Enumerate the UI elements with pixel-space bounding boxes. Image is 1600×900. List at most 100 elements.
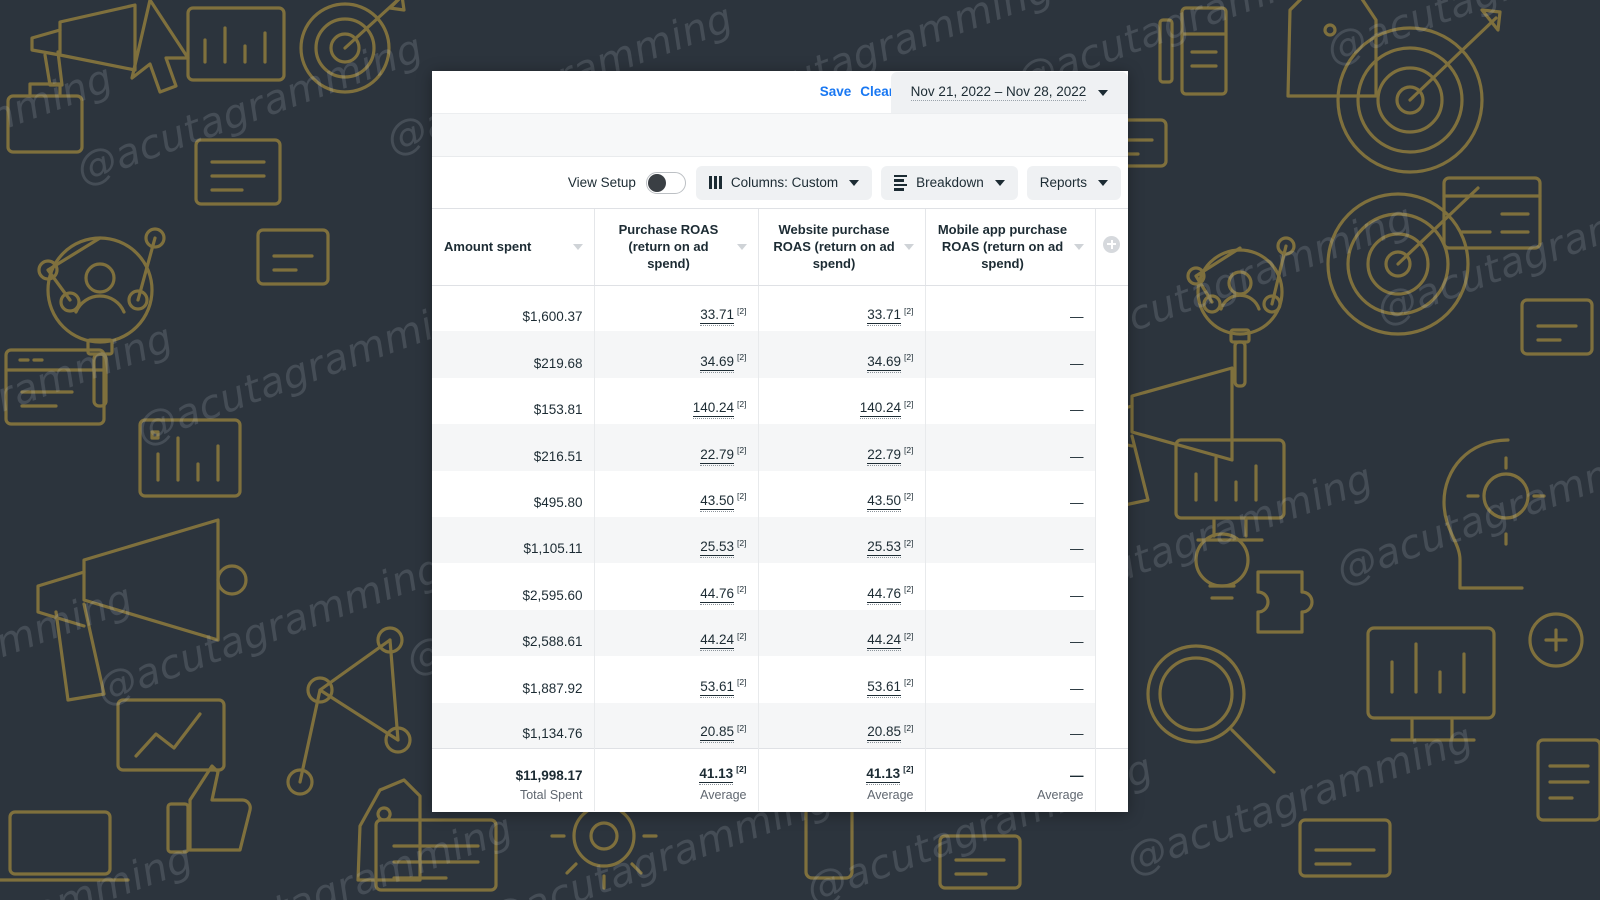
empty-value: — [1070,680,1084,696]
table-header-row: Amount spent Purchase ROAS (return on ad… [432,209,1128,286]
cell-add-column-spacer [1095,285,1128,332]
footnote-marker: [2] [904,491,914,502]
cell-purchase-roas: 44.76 [2] [594,563,759,610]
cell-website-purchase-roas: 44.24 [2] [758,609,926,657]
metric-value[interactable]: 53.61 [867,679,902,698]
sort-caret-icon[interactable] [572,243,583,250]
table-row[interactable]: $216.51 22.79 [2] 22.79 [2] — [432,424,1128,471]
total-value: 41.13 [2] [607,764,747,785]
table-row[interactable]: $1,887.92 53.61 [2] 53.61 [2] — [432,656,1128,703]
metric-value[interactable]: 33.71 [867,307,902,327]
table-row[interactable]: $1,134.76 20.85 [2] 20.85 [2] — [432,702,1128,749]
table-body: $1,600.37 33.71 [2] 33.71 [2] — $219.68 34.69 [2… [432,285,1128,811]
metric-value[interactable]: 44.76 [867,586,902,605]
empty-value: — [1070,355,1084,371]
column-header-label: Purchase ROAS (return on ad spend) [618,222,719,272]
empty-value: — [1070,726,1084,742]
cell-add-column-spacer [1095,656,1128,703]
cell-add-column-spacer [1095,702,1128,749]
table-row[interactable]: $153.81 140.24 [2] 140.24 [2] — [432,377,1128,425]
cell-add-column-spacer [1095,470,1128,517]
empty-value: — [1070,494,1084,510]
column-header-label: Amount spent [444,239,532,255]
cell-add-column-spacer [1095,424,1128,471]
cell-mobile-app-purchase-roas: — [925,377,1096,425]
cell-website-purchase-roas: 53.61 [2] [758,656,926,703]
empty-value: — [1070,541,1084,557]
metric-value[interactable]: 44.24 [700,632,735,652]
metric-value[interactable]: 41.13 [866,766,901,785]
column-header-mobile-app-purchase-roas[interactable]: Mobile app purchase ROAS (return on ad s… [925,209,1096,286]
columns-button[interactable]: Columns: Custom [695,165,873,200]
cell-website-purchase-roas: 34.69 [2] [758,331,926,378]
total-website-purchase-roas: 41.13 [2] Average [758,748,926,811]
save-button[interactable]: Save [820,82,852,101]
total-caption: Average [1037,787,1084,802]
footnote-marker: [2] [737,445,747,456]
footnote-marker: [2] [737,630,747,641]
table-row[interactable]: $1,105.11 25.53 [2] 25.53 [2] — [432,516,1128,564]
plus-circle-icon[interactable] [1103,235,1121,253]
cell-amount-spent: $1,887.92 [432,656,595,703]
total-add-column-spacer [1095,748,1128,811]
table-row[interactable]: $1,600.37 33.71 [2] 33.71 [2] — [432,285,1128,332]
column-header-amount-spent[interactable]: Amount spent [432,209,595,286]
view-setup-control[interactable]: View Setup [568,171,686,194]
date-range-picker[interactable]: Nov 21, 2022 – Nov 28, 2022 [891,72,1128,113]
total-caption: Average [700,787,747,802]
metric-value[interactable]: 43.50 [867,493,902,512]
metric-value[interactable]: 140.24 [692,400,735,420]
cell-website-purchase-roas: 140.24 [2] [758,377,926,425]
empty-value: — [1070,587,1084,603]
columns-icon [708,176,722,189]
view-setup-toggle[interactable] [645,171,686,194]
metric-value[interactable]: 140.24 [859,400,902,420]
table-row[interactable]: $2,588.61 44.24 [2] 44.24 [2] — [432,609,1128,657]
metric-value[interactable]: 25.53 [867,539,902,559]
footnote-marker: [2] [737,398,747,409]
cell-purchase-roas: 20.85 [2] [594,702,759,749]
table-row[interactable]: $219.68 34.69 [2] 34.69 [2] — [432,331,1128,378]
chevron-down-icon [1098,179,1108,186]
footnote-marker: [2] [904,305,914,316]
table-row[interactable]: $2,595.60 44.76 [2] 44.76 [2] — [432,563,1128,610]
column-header-label: Mobile app purchase ROAS (return on ad s… [937,222,1068,272]
column-header-purchase-roas[interactable]: Purchase ROAS (return on ad spend) [594,209,759,286]
metric-value[interactable]: 34.69 [867,354,902,373]
metric-value[interactable]: 22.79 [867,447,902,466]
metric-value[interactable]: 34.69 [700,354,735,373]
metric-value[interactable]: 43.50 [700,493,735,512]
metrics-table: Amount spent Purchase ROAS (return on ad… [432,209,1128,811]
total-caption: Average [867,787,914,802]
reports-button[interactable]: Reports [1026,165,1121,200]
cell-add-column-spacer [1095,331,1128,378]
metric-value[interactable]: 44.76 [700,586,735,605]
cell-website-purchase-roas: 33.71 [2] [758,285,926,332]
metric-value[interactable]: 25.53 [700,539,735,559]
footnote-marker: [2] [904,722,914,733]
metric-value[interactable]: 20.85 [700,724,735,744]
add-column-header[interactable] [1095,209,1128,286]
breakdown-button[interactable]: Breakdown [881,165,1018,200]
footnote-marker: [2] [736,764,747,775]
cell-mobile-app-purchase-roas: — [925,470,1096,517]
metric-value[interactable]: 41.13 [699,766,734,785]
metric-value[interactable]: 44.24 [867,632,902,652]
empty-value: — [1070,448,1084,464]
chevron-down-icon [849,179,860,186]
clear-button[interactable]: Clear [860,82,894,101]
metric-value[interactable]: 33.71 [700,307,735,327]
toggle-knob [647,173,666,192]
metric-value[interactable]: 22.79 [700,447,735,466]
sort-caret-icon[interactable] [736,243,747,250]
sort-caret-icon[interactable] [1073,243,1084,250]
footnote-marker: [2] [737,722,747,733]
metric-value[interactable]: 53.61 [700,679,735,698]
cell-amount-spent: $2,595.60 [432,563,595,610]
table-row[interactable]: $495.80 43.50 [2] 43.50 [2] — [432,470,1128,517]
cell-amount-spent: $1,105.11 [432,516,595,564]
sort-caret-icon[interactable] [903,243,914,250]
metric-value[interactable]: 20.85 [867,724,902,744]
column-header-website-purchase-roas[interactable]: Website purchase ROAS (return on ad spen… [758,209,926,286]
footnote-marker: [2] [904,398,914,409]
